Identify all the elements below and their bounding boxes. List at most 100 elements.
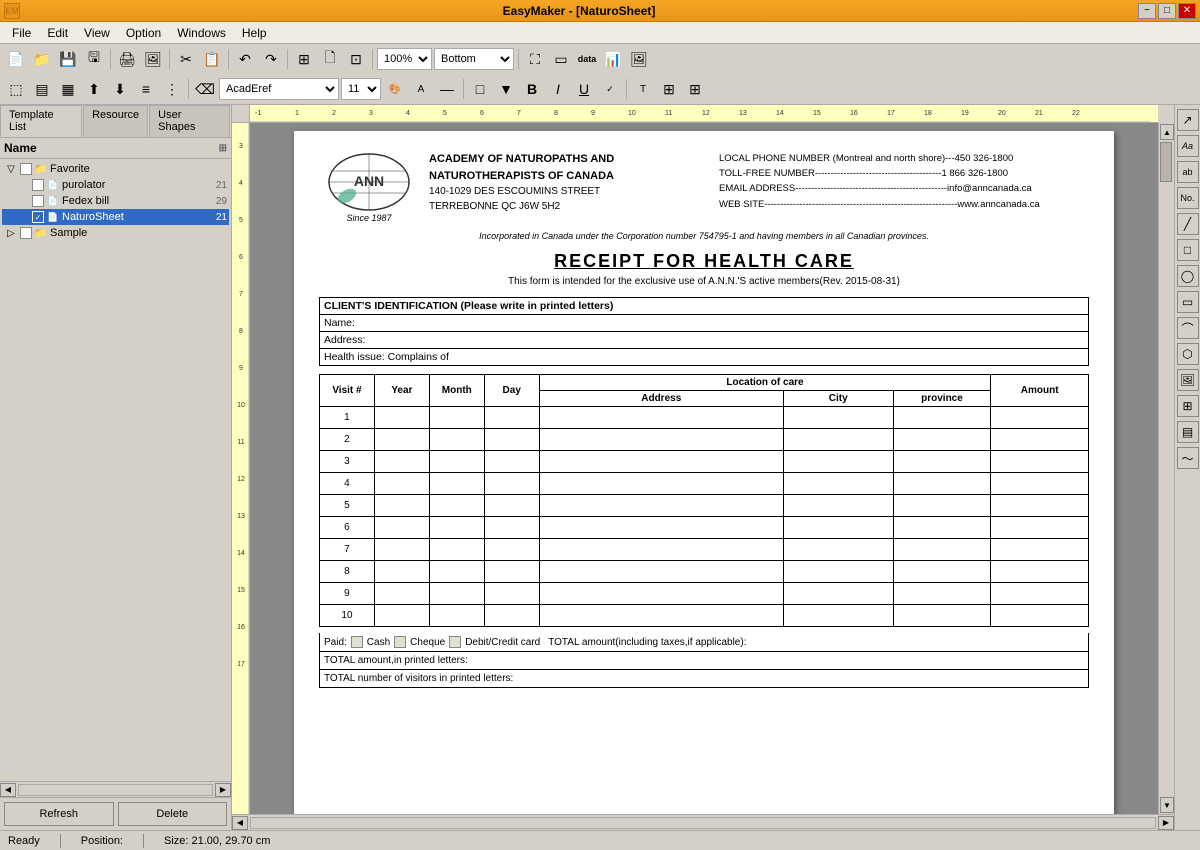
checkbox-purolator[interactable] (32, 179, 44, 191)
scroll-left-btn-bottom[interactable]: ◀ (232, 816, 248, 830)
h-scrollbar-panel[interactable]: ◀ ▶ (0, 781, 231, 797)
rt-rounded-rect-btn[interactable]: ▭ (1177, 291, 1199, 313)
copy-button[interactable]: 📋 (200, 47, 224, 71)
font-select[interactable]: AcadErefArialTimes New Roman (219, 78, 339, 100)
doc-scroll[interactable]: ANN Since 1987 ACADEMY OF NATUROPATHS AN… (250, 123, 1158, 814)
undo-button[interactable]: ↶ (233, 47, 257, 71)
tree-item-sample[interactable]: ▷ 📁 Sample (2, 225, 229, 241)
text-mode-btn[interactable]: T (631, 77, 655, 101)
menu-edit[interactable]: Edit (39, 24, 76, 42)
align-right-btn[interactable]: ▦ (56, 77, 80, 101)
frame-button[interactable]: ▭ (549, 47, 573, 71)
data-button[interactable]: data (575, 47, 599, 71)
rt-image-btn[interactable]: 🖼 (1177, 369, 1199, 391)
tab-resource[interactable]: Resource (83, 105, 148, 137)
col-month: Month (429, 375, 484, 407)
cut-button[interactable]: ✂ (174, 47, 198, 71)
scroll-left-btn[interactable]: ◀ (0, 783, 16, 797)
rt-round-btn[interactable]: ◯ (1177, 265, 1199, 287)
checkbox-favorite[interactable] (20, 163, 32, 175)
maximize-button[interactable]: □ (1158, 3, 1176, 19)
rt-table-btn[interactable]: ▤ (1177, 421, 1199, 443)
ruler-horizontal: -1 1 2 3 4 5 6 7 8 9 10 11 12 13 14 15 1 (250, 105, 1158, 123)
save-button[interactable]: 💾 (56, 47, 80, 71)
color-picker-btn[interactable]: 🎨 (383, 77, 407, 101)
org-address: 140-1029 DES ESCOUMINS STREET (429, 184, 709, 199)
rt-arrow-btn[interactable]: ↗ (1177, 109, 1199, 131)
menu-file[interactable]: File (4, 24, 39, 42)
rt-no-btn[interactable]: No. (1177, 187, 1199, 209)
bold-btn[interactable]: B (520, 77, 544, 101)
zoom-select[interactable]: 100%75%50%150% (377, 48, 432, 70)
refresh-button[interactable]: Refresh (4, 802, 114, 826)
debit-checkbox[interactable] (449, 636, 461, 648)
save-as-button[interactable]: 🖫 (82, 47, 106, 71)
print-preview-button[interactable]: 🖼 (141, 47, 165, 71)
menu-help[interactable]: Help (234, 24, 275, 42)
new-button[interactable]: 📄 (4, 47, 28, 71)
checkbox-naturo[interactable]: ✓ (32, 211, 44, 223)
insert-button[interactable]: ⊞ (292, 47, 316, 71)
menu-option[interactable]: Option (118, 24, 169, 42)
position-select[interactable]: BottomTopLeftRight (434, 48, 514, 70)
menu-windows[interactable]: Windows (169, 24, 234, 42)
italic-btn[interactable]: I (546, 77, 570, 101)
border-drop-btn[interactable]: ▼ (494, 77, 518, 101)
tollfree-line: TOLL-FREE NUMBER------------------------… (719, 166, 1089, 181)
field-button[interactable]: ⊡ (344, 47, 368, 71)
rt-text-btn[interactable]: Aa (1177, 135, 1199, 157)
close-button[interactable]: ✕ (1178, 3, 1196, 19)
h-scrollbar-bottom[interactable]: ◀ ▶ (232, 814, 1174, 830)
scroll-right-btn-bottom[interactable]: ▶ (1158, 816, 1174, 830)
chart-button[interactable]: 📊 (601, 47, 625, 71)
grid-btn[interactable]: ⊞ (683, 77, 707, 101)
svg-text:4: 4 (406, 110, 410, 117)
rt-poly-btn[interactable]: ⬡ (1177, 343, 1199, 365)
rt-rect-btn[interactable]: □ (1177, 239, 1199, 261)
cheque-checkbox[interactable] (394, 636, 406, 648)
align-center-btn[interactable]: ▤ (30, 77, 54, 101)
indent-btn[interactable]: ⬆ (82, 77, 106, 101)
rt-grid-btn[interactable]: ⊞ (1177, 395, 1199, 417)
special-btn[interactable]: ✓ (598, 77, 622, 101)
v-scrollbar[interactable]: ▲ ▼ (1158, 123, 1174, 814)
minimize-button[interactable]: − (1138, 3, 1156, 19)
tree-item-naturosheet[interactable]: ✓ 📄 NaturoSheet 21 (2, 209, 229, 225)
v-scroll-thumb[interactable] (1160, 142, 1172, 182)
rt-ab-btn[interactable]: ab (1177, 161, 1199, 183)
outdent-btn[interactable]: ⬇ (108, 77, 132, 101)
cash-checkbox[interactable] (351, 636, 363, 648)
rt-wavy-btn[interactable]: 〜 (1177, 447, 1199, 469)
template-button[interactable]: 🗋 (318, 47, 342, 71)
tree-item-purolator[interactable]: 📄 purolator 21 (2, 177, 229, 193)
checkbox-sample[interactable] (20, 227, 32, 239)
eraser-btn[interactable]: ⌫ (193, 77, 217, 101)
h-scroll-track (18, 784, 213, 796)
rt-arc-btn[interactable]: ⌒ (1177, 317, 1199, 339)
print-button[interactable]: 🖨 (115, 47, 139, 71)
snap-btn[interactable]: ⊞ (657, 77, 681, 101)
image-button[interactable]: 🖼 (627, 47, 651, 71)
checkbox-fedex[interactable] (32, 195, 44, 207)
delete-button[interactable]: Delete (118, 802, 228, 826)
underline-btn[interactable]: U (572, 77, 596, 101)
menu-view[interactable]: View (76, 24, 118, 42)
scroll-right-btn[interactable]: ▶ (215, 783, 231, 797)
tree-item-favorite[interactable]: ▽ 📁 Favorite (2, 161, 229, 177)
redo-button[interactable]: ↷ (259, 47, 283, 71)
scroll-down-btn[interactable]: ▼ (1160, 797, 1174, 813)
dash-btn[interactable]: — (435, 77, 459, 101)
tab-template-list[interactable]: Template List (0, 105, 82, 137)
bullet-btn[interactable]: ≡ (134, 77, 158, 101)
highlight-btn[interactable]: A (409, 77, 433, 101)
rt-line-btn[interactable]: ╱ (1177, 213, 1199, 235)
scroll-up-btn[interactable]: ▲ (1160, 124, 1174, 140)
border-btn[interactable]: □ (468, 77, 492, 101)
size-select[interactable]: 118101214 (341, 78, 381, 100)
numbered-btn[interactable]: ⋮ (160, 77, 184, 101)
fit-button[interactable]: ⛶ (523, 47, 547, 71)
open-button[interactable]: 📁 (30, 47, 54, 71)
tree-item-fedex[interactable]: 📄 Fedex bill 29 (2, 193, 229, 209)
align-left-btn[interactable]: ⬚ (4, 77, 28, 101)
tab-user-shapes[interactable]: User Shapes (149, 105, 230, 137)
